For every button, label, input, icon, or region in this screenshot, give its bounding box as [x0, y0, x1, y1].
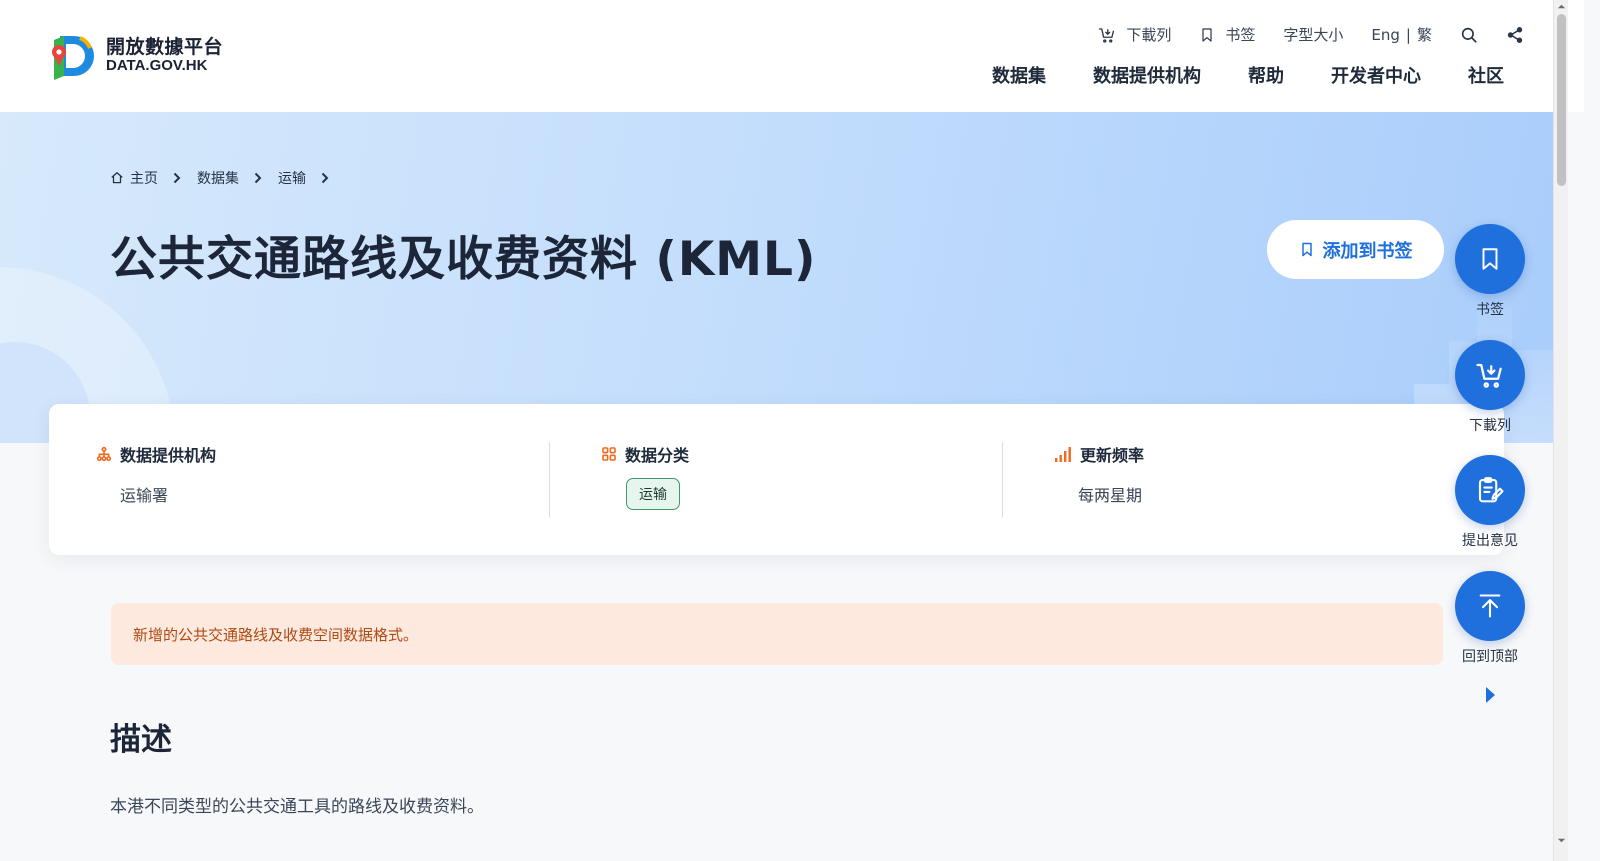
lang-english-link[interactable]: Eng [1371, 26, 1400, 44]
bookmark-label: 书签 [1225, 26, 1256, 44]
share-icon [1507, 26, 1523, 43]
provider-block: 数据提供机构 运输署 [96, 442, 216, 506]
caret-right-icon [1486, 687, 1495, 703]
side-download-list: 下載列 [1455, 340, 1525, 434]
cart-icon [1476, 363, 1502, 388]
logo-text-cn: 開放數據平台 [106, 36, 224, 59]
scroll-up-icon[interactable] [1557, 2, 1566, 11]
page-scrollbar[interactable] [1553, 0, 1568, 861]
breadcrumb-home-label: 主页 [130, 171, 158, 187]
category-block: 数据分类 运输 [601, 442, 689, 510]
breadcrumb-datasets-label: 数据集 [197, 171, 239, 187]
breadcrumb-transport[interactable]: 运输 [278, 168, 306, 188]
back-to-top-button[interactable] [1455, 571, 1525, 641]
search-icon [1461, 27, 1477, 43]
cart-icon [1099, 27, 1115, 43]
share-button[interactable] [1506, 26, 1524, 44]
nav-help[interactable]: 帮助 [1248, 62, 1284, 88]
category-tag[interactable]: 运输 [626, 478, 680, 510]
bookmark-icon [1301, 242, 1312, 257]
divider [549, 442, 550, 517]
breadcrumb-home[interactable]: 主页 [110, 168, 158, 188]
font-size-link[interactable]: 字型大小 [1283, 24, 1343, 45]
side-download-list-label: 下載列 [1469, 418, 1511, 434]
description-text: 本港不同类型的公共交通工具的路线及收费资料。 [110, 797, 484, 817]
clipboard-edit-icon [1478, 477, 1504, 503]
breadcrumb-datasets[interactable]: 数据集 [197, 168, 239, 188]
collapse-side-panel-button[interactable] [1484, 686, 1496, 708]
provider-label: 数据提供机构 [120, 446, 217, 465]
main-nav: 数据集 数据提供机构 帮助 开发者中心 社区 [945, 62, 1504, 88]
side-feedback-button[interactable] [1455, 455, 1525, 525]
add-to-bookmark-button[interactable]: 添加到书签 [1267, 220, 1444, 279]
chevron-right-icon [173, 172, 181, 184]
category-label: 数据分类 [625, 446, 690, 465]
site-logo[interactable]: 開放數據平台 DATA.GOV.HK [50, 30, 223, 82]
font-size-label: 字型大小 [1283, 26, 1344, 44]
lang-separator: | [1405, 25, 1411, 44]
dataset-info-card: 数据提供机构 运输署 数据分类 运输 更新频率 每两星期 [49, 404, 1504, 555]
chevron-right-icon [254, 172, 262, 184]
hero-banner: 主页 数据集 运输 公共交通路线及收费资料 (KML) 添加到书签 [0, 112, 1554, 443]
side-back-to-top: 回到顶部 [1455, 571, 1525, 665]
frequency-label: 更新频率 [1080, 446, 1145, 465]
site-header: 開放數據平台 DATA.GOV.HK 下載列 书签 字型大小 Eng | 繁 数… [0, 0, 1584, 112]
scroll-down-icon[interactable] [1557, 836, 1566, 845]
breadcrumb-transport-label: 运输 [278, 171, 306, 187]
home-icon [111, 172, 123, 184]
add-to-bookmark-label: 添加到书签 [1322, 240, 1413, 262]
grid-icon [602, 447, 616, 461]
side-feedback-label: 提出意见 [1462, 533, 1518, 549]
bookmark-icon [1202, 27, 1212, 42]
bookmark-link[interactable]: 书签 [1199, 24, 1255, 45]
back-to-top-label: 回到顶部 [1462, 649, 1518, 665]
update-notice: 新增的公共交通路线及收费空间数据格式。 [111, 603, 1443, 665]
org-chart-icon [96, 446, 112, 462]
side-bookmark: 书签 [1455, 224, 1525, 318]
bookmark-icon [1482, 248, 1498, 270]
nav-datasets[interactable]: 数据集 [992, 62, 1046, 88]
logo-text-en: DATA.GOV.HK [106, 57, 208, 75]
description-heading: 描述 [110, 722, 172, 758]
search-button[interactable] [1460, 26, 1478, 44]
download-list-link[interactable]: 下載列 [1098, 24, 1171, 45]
utility-bar: 下載列 书签 字型大小 Eng | 繁 [1070, 24, 1524, 45]
lang-traditional-link[interactable]: 繁 [1417, 24, 1432, 45]
arrow-up-icon [1479, 594, 1501, 618]
page-title: 公共交通路线及收费资料 (KML) [110, 232, 817, 287]
side-download-list-button[interactable] [1455, 340, 1525, 410]
chevron-right-icon [321, 172, 329, 184]
language-switcher: Eng | 繁 [1371, 24, 1432, 45]
frequency-block: 更新频率 每两星期 [1054, 442, 1144, 506]
breadcrumb: 主页 数据集 运输 [110, 168, 345, 188]
download-list-label: 下載列 [1126, 26, 1172, 44]
logo-mark-icon [50, 30, 102, 82]
signal-bars-icon [1055, 447, 1071, 462]
nav-developer[interactable]: 开发者中心 [1331, 62, 1421, 88]
nav-community[interactable]: 社区 [1468, 62, 1504, 88]
provider-value[interactable]: 运输署 [120, 482, 216, 506]
nav-providers[interactable]: 数据提供机构 [1093, 62, 1201, 88]
scrollbar-thumb[interactable] [1557, 14, 1566, 186]
side-bookmark-button[interactable] [1455, 224, 1525, 294]
side-feedback: 提出意见 [1455, 455, 1525, 549]
divider [1002, 442, 1003, 517]
side-bookmark-label: 书签 [1476, 302, 1504, 318]
frequency-value: 每两星期 [1078, 486, 1143, 505]
